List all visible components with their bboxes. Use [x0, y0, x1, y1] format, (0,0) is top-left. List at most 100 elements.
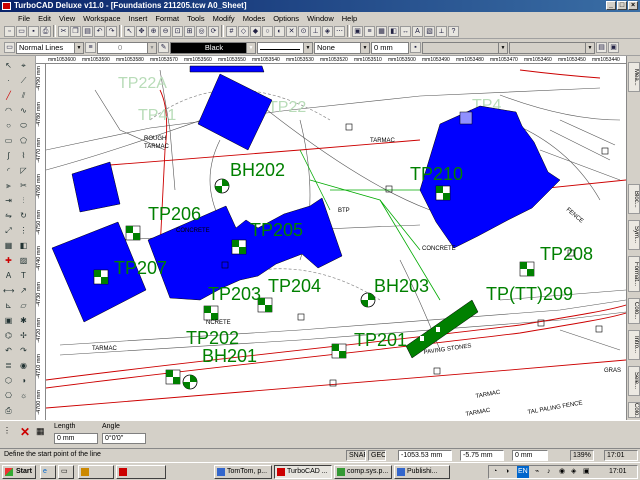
tab-select[interactable]: Sele...: [628, 366, 640, 396]
render-icon[interactable]: ◧: [388, 25, 399, 37]
edit-tool-icon[interactable]: ⌖: [18, 60, 29, 71]
menu-tools[interactable]: Tools: [183, 14, 209, 23]
dimension-tool-icon[interactable]: ⟷: [3, 285, 14, 296]
menu-insert[interactable]: Insert: [125, 14, 152, 23]
quicklaunch-ie[interactable]: e: [40, 465, 56, 479]
menu-format[interactable]: Format: [151, 14, 183, 23]
minimize-button[interactable]: _: [606, 1, 616, 10]
rectangle-tool-icon[interactable]: ▭: [3, 135, 14, 146]
zoom-extents-icon[interactable]: ⊞: [184, 25, 195, 37]
arc-tool-icon[interactable]: ◠: [3, 105, 14, 116]
app-icon[interactable]: [2, 2, 11, 10]
tab-intro[interactable]: Intro...: [628, 330, 640, 360]
zoom-window-icon[interactable]: ⊡: [172, 25, 183, 37]
extend-tool-icon[interactable]: ⇥: [3, 195, 14, 206]
style-select[interactable]: ▼: [509, 41, 595, 54]
start-button[interactable]: Start: [2, 465, 36, 479]
geo-toggle[interactable]: GEO: [368, 450, 386, 461]
marker-tp210[interactable]: [435, 185, 451, 201]
layers-icon[interactable]: ≡: [364, 25, 375, 37]
tab-measure[interactable]: Mea...: [628, 62, 640, 92]
menu-view[interactable]: View: [55, 14, 79, 23]
size-input[interactable]: 0 mm: [371, 41, 409, 54]
task-newsgroup[interactable]: comp.sys.p...: [334, 465, 392, 479]
marker-tp207[interactable]: [93, 269, 109, 285]
save-icon[interactable]: ▪: [28, 25, 39, 37]
building[interactable]: [197, 73, 273, 151]
construct-tool-icon[interactable]: ✢: [18, 330, 29, 341]
snap-nearest-icon[interactable]: ⊙: [298, 25, 309, 37]
length-input[interactable]: 0 mm: [54, 433, 98, 444]
drawing-canvas[interactable]: TP22A TP41 TP22 TP4 BH202 TP210 TP206 TP…: [46, 64, 626, 420]
tab-symbols[interactable]: Sym...: [628, 220, 640, 250]
close-button[interactable]: ×: [628, 1, 638, 10]
zoom-previous-icon[interactable]: ◎: [196, 25, 207, 37]
ellipse-tool-icon[interactable]: ⬭: [18, 120, 29, 131]
cancel-icon[interactable]: ✕: [20, 425, 30, 439]
scale-tool-icon[interactable]: ⤢: [3, 225, 14, 236]
tab-colors[interactable]: Colo...: [628, 298, 640, 324]
volume-icon[interactable]: ♪: [547, 466, 551, 478]
group-tool-icon[interactable]: ▦: [3, 240, 14, 251]
cut-icon[interactable]: ✂: [58, 25, 69, 37]
select-tool-icon[interactable]: ↖: [3, 60, 14, 71]
layer-props-icon[interactable]: ▤: [596, 42, 607, 53]
pen-pattern-select[interactable]: ▼: [257, 41, 313, 54]
marker-tp201[interactable]: [331, 343, 347, 359]
area-tool-icon[interactable]: ▱: [18, 300, 29, 311]
multiline-text-icon[interactable]: T: [18, 270, 29, 281]
redo-icon[interactable]: ↷: [106, 25, 117, 37]
rotate-tool-icon[interactable]: ↻: [18, 210, 29, 221]
snap-perp-icon[interactable]: ⊥: [310, 25, 321, 37]
text-icon[interactable]: A: [412, 25, 423, 37]
snap-intersect-icon[interactable]: ✕: [286, 25, 297, 37]
hatch-tool-icon[interactable]: ▨: [18, 255, 29, 266]
task-button[interactable]: [78, 465, 114, 479]
snap-grid-icon[interactable]: #: [226, 25, 237, 37]
marker-bh201[interactable]: [182, 374, 198, 390]
tab-format[interactable]: Format...: [628, 256, 640, 292]
grid-icon[interactable]: ▦: [376, 25, 387, 37]
properties-icon[interactable]: ▣: [352, 25, 363, 37]
line-width-icon[interactable]: ≡: [85, 42, 96, 53]
copy-icon[interactable]: ❐: [70, 25, 81, 37]
network-icon[interactable]: ⌁: [535, 466, 539, 478]
marker-tp208[interactable]: [519, 261, 535, 277]
select-icon[interactable]: ↖: [124, 25, 135, 37]
marker-bh203[interactable]: [360, 292, 376, 308]
polygon-tool-icon[interactable]: ⬠: [18, 135, 29, 146]
measure-tool-icon[interactable]: ⊾: [3, 300, 14, 311]
insert-image-icon[interactable]: ▣: [3, 315, 14, 326]
menu-options[interactable]: Options: [269, 14, 303, 23]
new-file-icon[interactable]: ▫: [4, 25, 15, 37]
light-tool-icon[interactable]: ☼: [18, 390, 29, 401]
hatch-icon[interactable]: ▧: [424, 25, 435, 37]
menu-help[interactable]: Help: [338, 14, 361, 23]
marker-tp202[interactable]: [165, 369, 181, 385]
tray-icon[interactable]: ◔: [493, 466, 497, 478]
point-tool-icon[interactable]: ·: [3, 75, 14, 86]
fillet-tool-icon[interactable]: ◜: [3, 165, 14, 176]
color-tool-icon[interactable]: ◉: [18, 360, 29, 371]
tab-colors-2[interactable]: Colo...: [628, 402, 640, 418]
angle-input[interactable]: 0°0'0": [102, 433, 146, 444]
pen-color-select[interactable]: Black ▼: [170, 41, 256, 54]
fill-select[interactable]: None ▼: [314, 41, 370, 54]
leader-tool-icon[interactable]: ↗: [18, 285, 29, 296]
double-line-tool-icon[interactable]: ⫽: [18, 90, 29, 101]
refresh-icon[interactable]: ⟳: [208, 25, 219, 37]
line-tool-icon[interactable]: ╱: [3, 90, 14, 101]
paste-icon[interactable]: ▤: [82, 25, 93, 37]
print-icon[interactable]: ⎙: [40, 25, 51, 37]
snap-fraction-icon[interactable]: ⋯: [334, 25, 345, 37]
task-tomtom[interactable]: TomTom, p...: [214, 465, 272, 479]
menu-file[interactable]: File: [14, 14, 34, 23]
antivirus-icon[interactable]: ◉: [559, 466, 565, 478]
quicklaunch-desktop[interactable]: ▭: [58, 465, 74, 479]
undo-tool-icon[interactable]: ↶: [3, 345, 14, 356]
spline-tool-icon[interactable]: ∫: [3, 150, 14, 161]
layer-on-icon[interactable]: ▣: [608, 42, 619, 53]
snap-tool-icon[interactable]: ⌬: [3, 330, 14, 341]
menu-modes[interactable]: Modes: [239, 14, 270, 23]
snap-toggle[interactable]: SNAP: [346, 450, 366, 461]
